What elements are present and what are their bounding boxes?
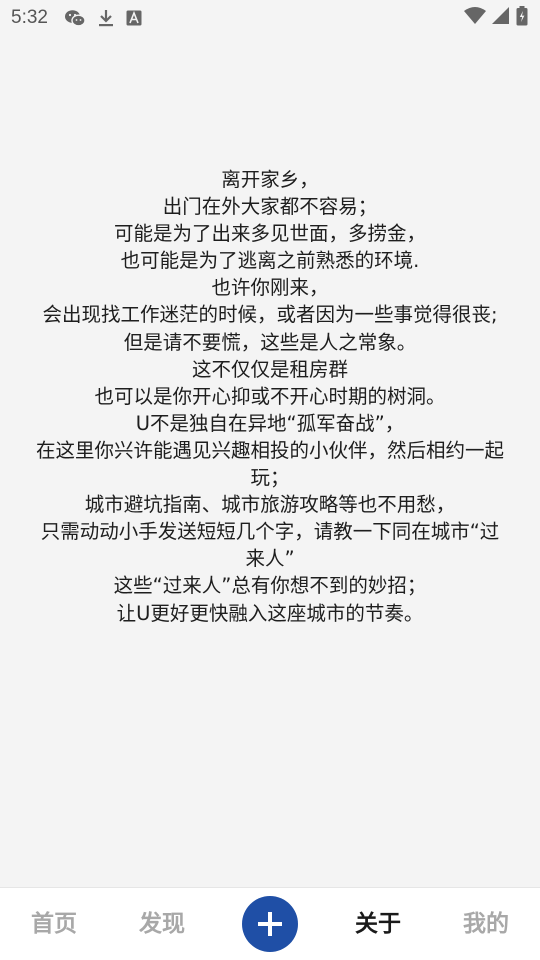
about-line: 出门在外大家都不容易； [162,195,378,219]
about-line: 也可能是为了逃离之前熟悉的环境. [120,249,420,273]
bottom-navigation: 首页 发现 关于 我的 [0,887,540,960]
status-bar: 5:32 [0,0,540,36]
tab-discover[interactable]: 发现 [108,888,216,960]
tab-mine[interactable]: 我的 [432,888,540,960]
about-line: 这些“过来人”总有你想不到的妙招； [113,574,427,598]
battery-icon [516,6,528,30]
plus-icon [258,912,282,936]
about-line: 会出现找工作迷茫的时候，或者因为一些事觉得很丧; [42,303,498,327]
about-line: 可能是为了出来多见世面，多捞金， [113,222,426,246]
signal-icon [492,7,510,29]
about-line: 让U更好更快融入这座城市的节奏。 [116,601,424,625]
status-right-group [464,6,528,30]
text-a-icon [126,10,142,26]
about-line: 玩； [250,466,290,490]
about-line: 城市避坑指南、城市旅游攻略等也不用愁， [84,493,456,517]
tab-about[interactable]: 关于 [324,888,432,960]
about-line: 来人” [245,547,295,571]
about-description: 离开家乡， 出门在外大家都不容易； 可能是为了出来多见世面，多捞金， 也可能是为了逃离… [0,166,540,627]
about-line: 只需动动小手发送短短几个字，请教一下同在城市“过 [40,520,500,544]
about-page: 5:32 离开家乡， 出门在外大家都不容易； 可能是为了出来多见世面，多捞金， … [0,0,540,960]
about-line: 在这里你兴许能遇见兴趣相投的小伙伴，然后相约一起 [35,438,504,462]
about-line: 这不仅仅是租房群 [191,357,348,381]
tab-home[interactable]: 首页 [0,888,108,960]
wifi-icon [464,7,486,29]
add-button[interactable] [242,896,298,952]
wechat-icon [64,9,86,27]
about-line: 也可以是你开心抑或不开心时期的树洞。 [94,384,446,408]
status-time: 5:32 [11,7,48,28]
download-icon [98,9,114,27]
about-line: 离开家乡， [221,168,319,191]
about-line: 也许你刚来， [211,276,329,300]
about-line: U不是独自在异地“孤军奋战”， [135,411,405,435]
about-line: 但是请不要慌，这些是人之常象。 [123,330,417,354]
tab-add [216,896,324,952]
